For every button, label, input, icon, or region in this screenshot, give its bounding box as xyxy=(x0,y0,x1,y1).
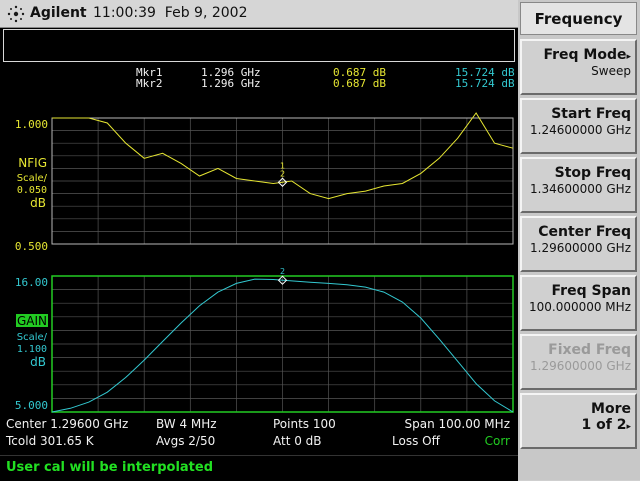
bandwidth-readout: BW 4 MHz xyxy=(156,417,217,431)
freq-mode-label: Freq Mode xyxy=(543,47,627,63)
start-freq-softkey[interactable]: Start Freq 1.24600000 GHz xyxy=(520,98,637,154)
nfig-unit: dB xyxy=(30,196,46,210)
stop-freq-value: 1.34600000 GHz xyxy=(530,182,631,196)
softkey-menu-title: Frequency xyxy=(520,2,637,35)
marker-number-label: 2 xyxy=(280,267,285,276)
freq-mode-softkey[interactable]: Freq Mode▸ Sweep xyxy=(520,39,637,95)
gain-param-label: GAIN xyxy=(17,314,47,328)
start-freq-label: Start Freq xyxy=(551,106,631,122)
nfig-scale-value: 0.050 xyxy=(17,185,47,196)
status-message: User cal will be interpolated xyxy=(6,460,214,475)
nfig-param-label: NFIG xyxy=(18,156,47,170)
freq-span-value: 100.000000 MHz xyxy=(528,300,631,314)
submenu-arrow-icon: ▸ xyxy=(626,52,631,62)
averages-readout: Avgs 2/50 xyxy=(156,434,215,448)
gain-bottom-label: 5.000 xyxy=(15,399,48,412)
loss-readout: Loss Off xyxy=(392,434,441,448)
marker-number-label: 2 xyxy=(280,169,285,178)
nfig-scale-label: Scale/ xyxy=(17,173,48,184)
freq-mode-value: Sweep xyxy=(591,64,631,78)
center-freq-readout: Center 1.29600 GHz xyxy=(6,417,128,431)
center-freq-softkey[interactable]: Center Freq 1.29600000 GHz xyxy=(520,216,637,272)
center-freq-label: Center Freq xyxy=(538,224,631,240)
fixed-freq-softkey[interactable]: Fixed Freq 1.29600000 GHz xyxy=(520,334,637,390)
fixed-freq-value: 1.29600000 GHz xyxy=(530,359,631,373)
points-readout: Points 100 xyxy=(273,417,336,431)
stop-freq-label: Stop Freq xyxy=(554,165,631,181)
nfig-graph-grid xyxy=(52,118,513,244)
nfig-top-label: 1.000 xyxy=(15,118,48,131)
gain-scale-value: 1.100 xyxy=(17,344,47,355)
span-readout: Span 100.00 MHz xyxy=(405,417,511,431)
gain-top-label: 16.00 xyxy=(15,276,48,289)
gain-scale-label: Scale/ xyxy=(17,332,48,343)
attenuation-readout: Att 0 dB xyxy=(273,434,322,448)
gain-unit: dB xyxy=(30,355,46,369)
tcold-readout: Tcold 301.65 K xyxy=(5,434,95,448)
center-freq-value: 1.29600000 GHz xyxy=(530,241,631,255)
more-label: More xyxy=(591,401,631,417)
status-bar: User cal will be interpolated xyxy=(0,455,518,481)
start-freq-value: 1.24600000 GHz xyxy=(530,123,631,137)
nfig-bottom-label: 0.500 xyxy=(15,240,48,253)
more-softkey[interactable]: More 1 of 2▸ xyxy=(520,393,637,449)
marker-number-label: 1 xyxy=(280,161,285,170)
softkey-panel: Frequency Freq Mode▸ Sweep Start Freq 1.… xyxy=(518,0,640,480)
freq-span-label: Freq Span xyxy=(551,283,631,299)
submenu-arrow-icon: ▸ xyxy=(626,422,631,432)
corr-indicator: Corr xyxy=(485,434,510,448)
more-page-value: 1 of 2 xyxy=(581,417,627,433)
freq-span-softkey[interactable]: Freq Span 100.000000 MHz xyxy=(520,275,637,331)
graph-area: 1.000 0.500 NFIG Scale/ 0.050 dB 16.00 5… xyxy=(5,112,514,448)
fixed-freq-label: Fixed Freq xyxy=(548,342,631,358)
instrument-display: Agilent 11:00:39 Feb 9, 2002 Mkr1 1.296 … xyxy=(0,0,518,481)
stop-freq-softkey[interactable]: Stop Freq 1.34600000 GHz xyxy=(520,157,637,213)
